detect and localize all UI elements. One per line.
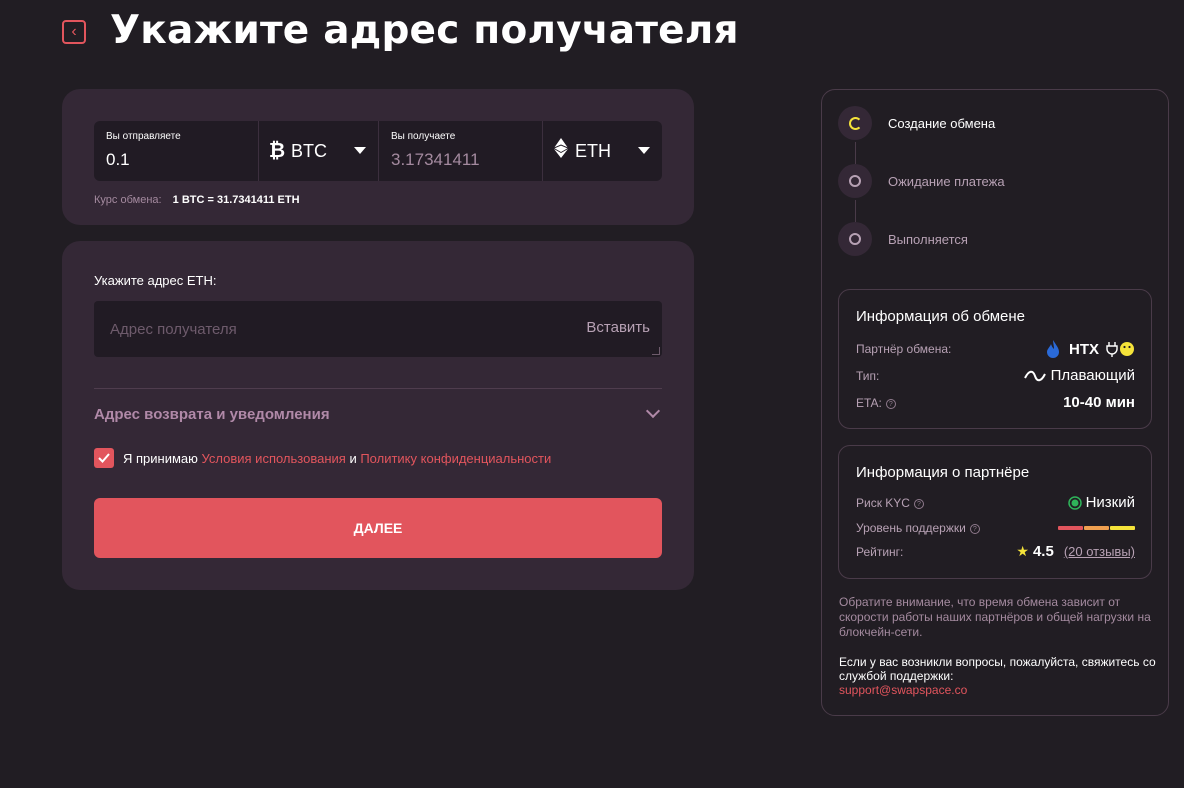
agree-row: Я принимаю Условия использования и Полит…: [94, 447, 551, 469]
eta-row: ETA:? 10-40 мин: [856, 394, 1135, 412]
type-label: Тип:: [856, 369, 880, 383]
check-icon: [98, 453, 110, 463]
send-coin-select[interactable]: ₿ BTC: [258, 121, 378, 181]
exchange-info-box: Информация об обмене Партнёр обмена: HTX…: [838, 289, 1152, 429]
agree-checkbox[interactable]: [94, 448, 114, 468]
receive-amount-field: Вы получаете 3.17341411: [378, 121, 542, 181]
eta-value: 10-40 мин: [1063, 394, 1135, 411]
address-label: Укажите адрес ETH:: [94, 273, 217, 288]
star-icon: ★: [1016, 543, 1029, 559]
rating-row: Рейтинг: ★ 4.5 (20 отзывы): [856, 543, 1135, 561]
send-amount-field[interactable]: Вы отправляете 0.1: [94, 121, 258, 181]
paste-button[interactable]: Вставить: [586, 319, 650, 336]
step-awaiting-payment: Ожидание платежа: [838, 164, 1005, 198]
step-connector: [855, 200, 856, 222]
wave-icon: [1023, 370, 1046, 381]
support-bar-segment: [1058, 526, 1083, 530]
circle-icon: [838, 164, 872, 198]
step-label: Выполняется: [888, 231, 968, 247]
support-email-link[interactable]: support@swapspace.co: [839, 683, 1159, 697]
support-level-label: Уровень поддержки?: [856, 521, 980, 535]
recipient-address-field[interactable]: Вставить: [94, 301, 662, 357]
type-text: Плавающий: [1050, 367, 1135, 384]
support-level-row: Уровень поддержки?: [856, 519, 1135, 537]
and-text: и: [349, 450, 357, 466]
step-connector: [855, 142, 856, 164]
step-processing: Выполняется: [838, 222, 968, 256]
agree-prefix: Я принимаю: [123, 450, 198, 466]
step-create: Создание обмена: [838, 106, 995, 140]
kyc-label: Риск KYC?: [856, 496, 924, 510]
refund-section-toggle[interactable]: Адрес возврата и уведомления: [94, 403, 662, 427]
divider: [94, 388, 662, 389]
receive-coin: ETH: [575, 140, 611, 161]
send-coin: BTC: [291, 140, 327, 161]
recipient-address-input[interactable]: [94, 301, 564, 357]
swap-row: Вы отправляете 0.1 ₿ BTC Вы получаете 3.…: [94, 121, 662, 181]
partner-info-title: Информация о партнёре: [856, 464, 1030, 481]
disclaimer-text: Обратите внимание, что время обмена зави…: [839, 595, 1151, 639]
kyc-text: Низкий: [1085, 494, 1135, 511]
rating-number: 4.5: [1032, 543, 1054, 560]
step-label: Ожидание платежа: [888, 173, 1005, 189]
support-block: Если у вас возникли вопросы, пожалуйста,…: [839, 655, 1159, 697]
kyc-value: Низкий: [1067, 494, 1135, 511]
receive-label: Вы получаете: [391, 131, 456, 142]
plug-icon: [1106, 342, 1118, 357]
partner-info-box: Информация о партнёре Риск KYC? Низкий У…: [838, 445, 1152, 579]
next-button[interactable]: ДАЛЕЕ: [94, 498, 662, 558]
reviews-link[interactable]: (20 отзывы): [1064, 544, 1135, 559]
exchange-info-title: Информация об обмене: [856, 308, 1025, 325]
rate-label: Курс обмена:: [94, 194, 162, 206]
send-amount[interactable]: 0.1: [106, 150, 130, 170]
help-icon[interactable]: ?: [885, 398, 896, 409]
partner-label: Партнёр обмена:: [856, 342, 952, 356]
spinner-icon: [838, 106, 872, 140]
terms-link[interactable]: Условия использования: [202, 451, 346, 466]
help-icon[interactable]: ?: [969, 523, 980, 534]
support-bar-segment: [1084, 526, 1109, 530]
status-dot-icon: [1067, 495, 1082, 510]
step-label: Создание обмена: [888, 115, 996, 131]
exchange-rate: Курс обмена: 1 BTC = 31.7341411 ETH: [94, 194, 300, 206]
smiley-icon: [1120, 342, 1134, 356]
caret-down-icon: [638, 147, 650, 154]
type-row: Тип: Плавающий: [856, 367, 1135, 385]
rating-label: Рейтинг:: [856, 545, 904, 559]
kyc-row: Риск KYC? Низкий: [856, 494, 1135, 512]
send-label: Вы отправляете: [106, 131, 181, 142]
ethereum-icon: [551, 138, 571, 164]
exchange-card: Вы отправляете 0.1 ₿ BTC Вы получаете 3.…: [62, 89, 694, 225]
partner-value: HTX: [1047, 340, 1135, 358]
back-button[interactable]: ‹: [62, 20, 86, 44]
caret-down-icon: [354, 147, 366, 154]
privacy-link[interactable]: Политику конфиденциальности: [360, 451, 551, 466]
chevron-left-icon: ‹: [71, 23, 77, 40]
htx-flame-icon: [1047, 340, 1059, 358]
rate-value: 1 BTC = 31.7341411 ETH: [172, 194, 300, 206]
bitcoin-icon: ₿: [268, 139, 286, 162]
support-bar-segment: [1110, 526, 1135, 530]
address-card: Укажите адрес ETH: Вставить Адрес возвра…: [62, 241, 694, 590]
eta-label: ETA:?: [856, 396, 896, 410]
type-value: Плавающий: [1023, 367, 1135, 384]
page-title: Укажите адрес получателя: [110, 8, 739, 53]
rating-value: ★ 4.5 (20 отзывы): [1016, 543, 1135, 560]
receive-coin-select[interactable]: ETH: [542, 121, 662, 181]
receive-amount: 3.17341411: [391, 150, 480, 169]
support-level-bar: [1057, 526, 1135, 530]
partner-name: HTX: [1069, 340, 1099, 358]
resize-grip-icon[interactable]: [652, 347, 660, 355]
side-panel: Создание обмена Ожидание платежа Выполня…: [821, 89, 1169, 716]
help-icon[interactable]: ?: [913, 498, 924, 509]
chevron-down-icon: [645, 403, 661, 419]
partner-row: Партнёр обмена: HTX: [856, 340, 1135, 358]
refund-title: Адрес возврата и уведомления: [94, 406, 330, 423]
circle-icon: [838, 222, 872, 256]
support-text: Если у вас возникли вопросы, пожалуйста,…: [839, 655, 1156, 683]
